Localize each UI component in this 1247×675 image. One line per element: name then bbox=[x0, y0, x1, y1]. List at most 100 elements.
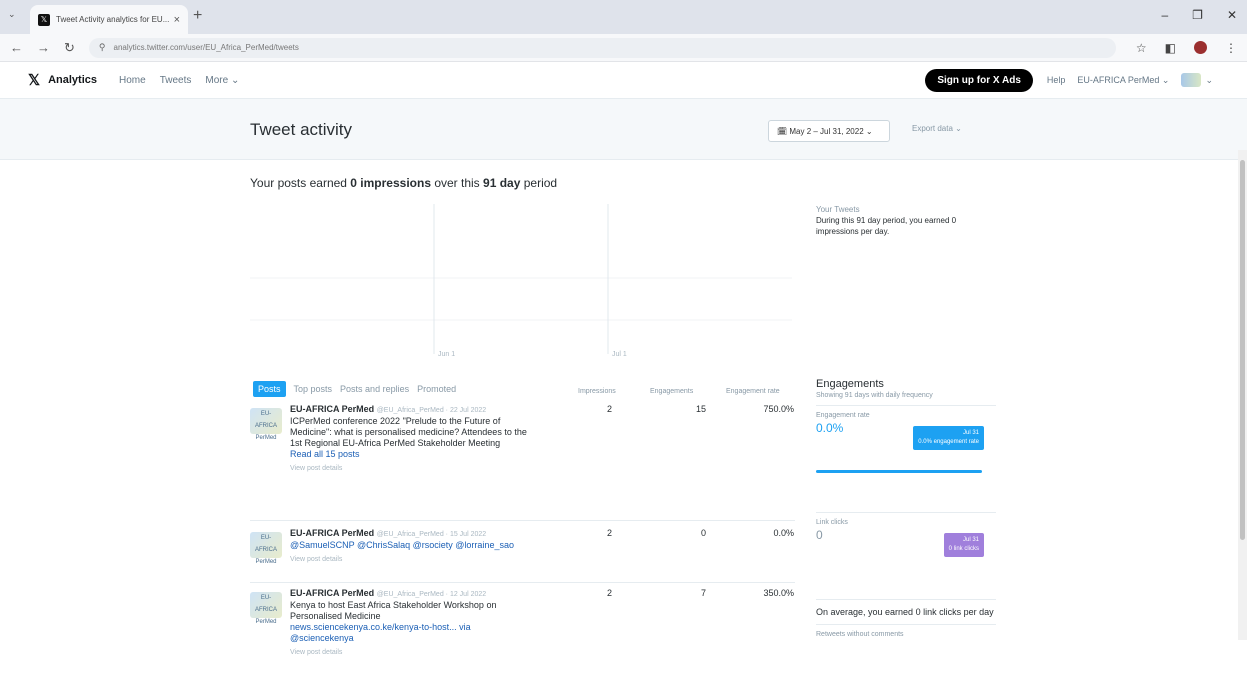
nav-tweets[interactable]: Tweets bbox=[160, 75, 192, 86]
tweet-avatar[interactable]: EU-AFRICA PerMed bbox=[250, 532, 282, 565]
engagements-title: Engagements bbox=[816, 378, 884, 390]
tweet-engagement-rate: 350.0% bbox=[763, 588, 794, 598]
view-post-details-link[interactable]: View post details bbox=[290, 554, 528, 565]
help-link[interactable]: Help bbox=[1047, 75, 1066, 85]
forward-icon[interactable]: → bbox=[37, 40, 50, 55]
impressions-summary: Your posts earned 0 impressions over thi… bbox=[250, 176, 557, 190]
tweet-link[interactable]: news.sciencekenya.co.ke/kenya-to-host...… bbox=[290, 622, 528, 644]
tweet-author[interactable]: EU-AFRICA PerMed bbox=[290, 588, 374, 598]
back-icon[interactable]: ← bbox=[10, 40, 23, 55]
tweet-handle: @EU_Africa_PerMed · 12 Jul 2022 bbox=[376, 591, 487, 598]
link-clicks-tooltip: Jul 31 0 link clicks bbox=[943, 533, 984, 557]
column-engagements: Engagements bbox=[650, 388, 694, 395]
divider bbox=[816, 624, 996, 625]
tweet-engagement-rate: 750.0% bbox=[763, 404, 794, 414]
tweet-engagement-rate: 0.0% bbox=[773, 528, 794, 538]
side-summary-label: Your Tweets bbox=[816, 205, 860, 214]
bookmark-star-icon[interactable]: ☆ bbox=[1136, 41, 1147, 55]
scrollbar-thumb[interactable] bbox=[1240, 160, 1245, 540]
tweet-avatar[interactable]: EU-AFRICA PerMed bbox=[250, 592, 282, 625]
minimize-icon[interactable]: – bbox=[1161, 8, 1168, 22]
tab-posts-and-replies[interactable]: Posts and replies bbox=[340, 384, 409, 394]
browser-tab-strip: ⌄ 𝕏 Tweet Activity analytics for EU... ×… bbox=[0, 0, 1247, 34]
nav-home[interactable]: Home bbox=[119, 75, 146, 86]
tweet-engagements: 0 bbox=[700, 528, 706, 538]
tweet-engagements: 7 bbox=[700, 588, 706, 598]
site-info-icon[interactable]: ⚲ bbox=[99, 42, 106, 53]
tab-search-icon[interactable]: ⌄ bbox=[8, 9, 16, 20]
impressions-chart: Jun 1 Jul 1 bbox=[250, 204, 792, 358]
analytics-brand[interactable]: Analytics bbox=[48, 74, 97, 86]
summary-middle: over this bbox=[431, 176, 484, 190]
engagements-subtitle: Showing 91 days with daily frequency bbox=[816, 392, 933, 399]
tweet-author[interactable]: EU-AFRICA PerMed bbox=[290, 528, 374, 538]
tab-close-icon[interactable]: × bbox=[174, 14, 180, 26]
tweet-impressions: 2 bbox=[606, 588, 612, 598]
link-clicks-metric: Link clicks 0 Jul 31 0 link clicks bbox=[816, 519, 996, 593]
page-title: Tweet activity bbox=[250, 120, 353, 139]
profile-avatar-icon[interactable] bbox=[1194, 41, 1207, 54]
summary-impressions: 0 impressions bbox=[350, 176, 431, 190]
column-engagement-rate: Engagement rate bbox=[726, 388, 780, 395]
nav-more[interactable]: More ⌄ bbox=[205, 75, 239, 86]
tweet-handle: @EU_Africa_PerMed · 15 Jul 2022 bbox=[376, 531, 487, 538]
engagements-panel: Engagements Showing 91 days with daily f… bbox=[816, 378, 996, 638]
tweet-impressions: 2 bbox=[606, 404, 612, 414]
tab-title: Tweet Activity analytics for EU... bbox=[56, 15, 170, 24]
export-data-button[interactable]: Export data ⌄ bbox=[912, 124, 962, 133]
sign-up-ads-button[interactable]: Sign up for X Ads bbox=[925, 68, 1033, 92]
tweet-handle: @EU_Africa_PerMed · 22 Jul 2022 bbox=[376, 407, 487, 414]
tweet-author[interactable]: EU-AFRICA PerMed bbox=[290, 404, 374, 414]
tweet-text: Kenya to host East Africa Stakeholder Wo… bbox=[290, 600, 497, 621]
tab-posts[interactable]: Posts bbox=[253, 381, 286, 397]
summary-prefix: Your posts earned bbox=[250, 176, 351, 190]
restore-icon[interactable]: ❐ bbox=[1192, 8, 1203, 22]
title-bar: Tweet activity 🗓 May 2 – Jul 31, 2022 ⌄ … bbox=[0, 98, 1247, 160]
chevron-down-icon[interactable]: ⌄ bbox=[1205, 75, 1213, 86]
engagement-rate-metric: Engagement rate 0.0% Jul 31 0.0% engagem… bbox=[816, 412, 996, 506]
tweet-text: ICPerMed conference 2022 "Prelude to the… bbox=[290, 416, 527, 448]
side-panel-icon[interactable]: ◧ bbox=[1165, 41, 1176, 55]
tweet-link[interactable]: Read all 15 posts bbox=[290, 449, 528, 460]
x-favicon-icon: 𝕏 bbox=[38, 13, 50, 26]
tab-promoted[interactable]: Promoted bbox=[417, 384, 456, 394]
browser-tab[interactable]: 𝕏 Tweet Activity analytics for EU... × bbox=[30, 5, 188, 34]
tweet-body: EU-AFRICA PerMed @EU_Africa_PerMed · 15 … bbox=[290, 528, 528, 565]
new-tab-icon[interactable]: + bbox=[193, 7, 202, 25]
divider bbox=[816, 512, 996, 513]
x-logo-icon[interactable]: 𝕏 bbox=[28, 71, 40, 89]
page-scrollbar[interactable] bbox=[1238, 150, 1247, 640]
close-window-icon[interactable]: ✕ bbox=[1227, 8, 1237, 22]
tweet-avatar[interactable]: EU-AFRICA PerMed bbox=[250, 408, 282, 441]
summary-days: 91 day bbox=[483, 176, 521, 190]
engagement-rate-label: Engagement rate bbox=[816, 412, 870, 419]
tweet-link[interactable]: @SamuelSCNP @ChrisSalaq @rsociety @lorra… bbox=[290, 540, 528, 551]
divider bbox=[816, 405, 996, 406]
view-post-details-link[interactable]: View post details bbox=[290, 647, 528, 658]
account-avatar[interactable] bbox=[1181, 73, 1202, 87]
tab-top-posts[interactable]: Top posts bbox=[294, 384, 333, 394]
tweet-body: EU-AFRICA PerMed @EU_Africa_PerMed · 12 … bbox=[290, 588, 528, 658]
tweet-body: EU-AFRICA PerMed @EU_Africa_PerMed · 22 … bbox=[290, 404, 528, 474]
site-header: 𝕏 Analytics Home Tweets More ⌄ Sign up f… bbox=[0, 62, 1247, 98]
row-divider bbox=[250, 582, 795, 583]
side-summary: Your Tweets During this 91 day period, y… bbox=[816, 204, 996, 237]
date-range-button[interactable]: 🗓 May 2 – Jul 31, 2022 ⌄ bbox=[768, 120, 890, 142]
account-menu[interactable]: EU-AFRICA PerMed ⌄ bbox=[1077, 75, 1169, 86]
tweet-engagements: 15 bbox=[695, 404, 706, 414]
side-summary-text: During this 91 day period, you earned 0 … bbox=[816, 216, 957, 236]
view-post-details-link[interactable]: View post details bbox=[290, 463, 528, 474]
column-impressions: Impressions bbox=[578, 388, 616, 395]
url-text: analytics.twitter.com/user/EU_Africa_Per… bbox=[113, 43, 299, 52]
divider bbox=[816, 599, 996, 600]
address-bar[interactable]: ⚲ analytics.twitter.com/user/EU_Africa_P… bbox=[88, 37, 1116, 58]
summary-suffix: period bbox=[520, 176, 558, 190]
tweet-impressions: 2 bbox=[606, 528, 612, 538]
chart-x-tick: Jul 1 bbox=[612, 351, 627, 358]
retweets-label: Retweets without comments bbox=[816, 631, 904, 638]
menu-kebab-icon[interactable]: ⋮ bbox=[1225, 41, 1237, 55]
window-controls: – ❐ ✕ bbox=[1161, 8, 1237, 22]
reload-icon[interactable]: ↻ bbox=[64, 40, 75, 56]
average-link-clicks-text: On average, you earned 0 link clicks per… bbox=[816, 607, 994, 617]
link-clicks-label: Link clicks bbox=[816, 519, 848, 526]
